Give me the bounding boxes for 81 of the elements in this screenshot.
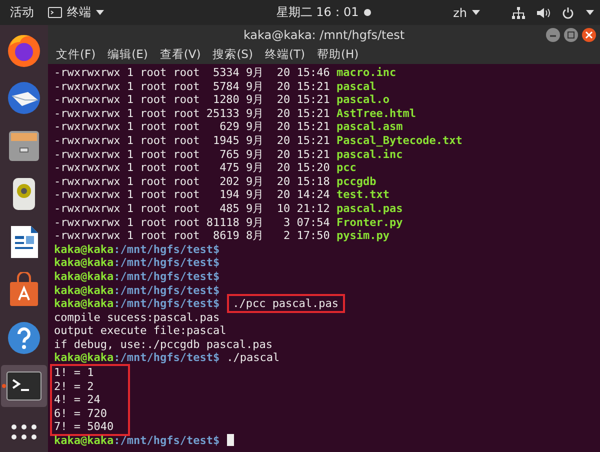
file-name: pascal.o <box>336 93 390 106</box>
file-details: -rwxrwxrwx 1 root root 629 9月 20 15:21 <box>54 120 330 134</box>
menu-item[interactable]: 编辑(E) <box>108 47 148 62</box>
file-cabinet-icon <box>6 128 42 164</box>
terminal-icon <box>48 7 62 18</box>
output-text: compile sucess:pascal.pas <box>54 310 220 324</box>
prompt-user: kaka@kaka <box>54 434 114 448</box>
prompt-path: :/mnt/hgfs/test$ <box>114 351 220 364</box>
command-text: ./pcc pascal.pas <box>230 297 342 310</box>
prompt-path: :/mnt/hgfs/test$ <box>114 284 220 296</box>
prompt-user: kaka@kaka <box>54 351 114 364</box>
file-details: -rwxrwxrwx 1 root root 1945 9月 20 15:21 <box>54 134 330 147</box>
dock-terminal-launcher[interactable] <box>1 365 47 407</box>
input-method-button[interactable]: zh <box>453 6 480 20</box>
prompt-path: :/mnt/hgfs/test$ <box>114 270 220 283</box>
minimize-button[interactable] <box>546 28 560 42</box>
menu-item[interactable]: 查看(V) <box>160 47 201 62</box>
maximize-icon <box>567 31 575 39</box>
file-details: -rwxrwxrwx 1 root root 25133 9月 20 15:21 <box>54 106 330 120</box>
menu-item[interactable]: 文件(F) <box>56 47 96 62</box>
close-button[interactable] <box>582 28 596 42</box>
prompt-path: :/mnt/hgfs/test$ <box>114 434 220 448</box>
fox-globe-icon <box>6 32 42 68</box>
output-text: 6! = 720 <box>54 406 107 420</box>
file-name: Fronter.py <box>336 216 403 229</box>
window-title: kaka@kaka: /mnt/hgfs/test <box>243 28 405 42</box>
file-details: -rwxrwxrwx 1 root root 5334 9月 20 15:46 <box>54 66 330 79</box>
activities-button[interactable]: 活动 <box>10 4 34 21</box>
file-details: -rwxrwxrwx 1 root root 81118 9月 3 07:54 <box>54 216 330 229</box>
file-name: pcc <box>336 161 356 174</box>
file-name: pascal.asm <box>336 120 403 134</box>
menu-item[interactable]: 搜索(S) <box>212 47 253 62</box>
caret-icon <box>96 10 104 15</box>
file-details: -rwxrwxrwx 1 root root 194 9月 20 14:24 <box>54 188 330 202</box>
file-name: pccgdb <box>336 174 376 188</box>
close-icon <box>585 31 593 39</box>
file-details: -rwxrwxrwx 1 root root 485 9月 10 21:12 <box>54 202 330 215</box>
prompt-user: kaka@kaka <box>54 297 114 310</box>
file-details: -rwxrwxrwx 1 root root 475 9月 20 15:20 <box>54 161 330 174</box>
file-details: -rwxrwxrwx 1 root root 202 9月 20 15:18 <box>54 174 330 188</box>
prompt-user: kaka@kaka <box>54 270 114 283</box>
clock-button[interactable]: 星期二 16：01 <box>276 4 371 21</box>
prompt-user: kaka@kaka <box>54 242 114 256</box>
file-name: pysim.py <box>336 229 390 242</box>
file-name: test.txt <box>336 188 390 202</box>
prompt-path: :/mnt/hgfs/test$ <box>114 242 220 256</box>
menu-item[interactable]: 帮助(H) <box>316 47 359 62</box>
output-text: 4! = 24 <box>54 393 100 406</box>
file-details: -rwxrwxrwx 1 root root 765 9月 20 15:21 <box>54 148 330 161</box>
command-text: ./pascal <box>226 351 280 364</box>
system-menu-button[interactable] <box>512 6 594 18</box>
file-name: pascal <box>336 80 376 93</box>
terminal-icon <box>6 371 42 401</box>
file-name: Pascal_Bytecode.txt <box>336 134 462 147</box>
caret-icon <box>586 10 594 15</box>
mail-bird-icon <box>6 80 42 116</box>
file-name: AstTree.html <box>336 106 416 120</box>
text-cursor <box>226 434 234 446</box>
output-text: output execute file:pascal <box>54 324 226 338</box>
prompt-user: kaka@kaka <box>54 284 114 296</box>
output-text: 7! = 5040 <box>54 420 114 434</box>
prompt-user: kaka@kaka <box>54 256 114 270</box>
power-icon <box>562 6 574 18</box>
network-icon <box>512 6 525 18</box>
prompt-path: :/mnt/hgfs/test$ <box>114 297 220 310</box>
file-details: -rwxrwxrwx 1 root root 8619 8月 2 17:50 <box>54 229 330 242</box>
menu-item[interactable]: 终端(T) <box>264 47 305 62</box>
maximize-button[interactable] <box>564 28 578 42</box>
file-name: pascal.inc <box>336 148 403 161</box>
caret-icon <box>472 10 480 15</box>
file-details: -rwxrwxrwx 1 root root 1280 9月 20 15:21 <box>54 93 330 106</box>
file-name: macro.inc <box>336 66 396 79</box>
file-name: pascal.pas <box>336 202 403 215</box>
help-icon <box>6 320 42 356</box>
output-text: if debug, use:./pccgdb pascal.pas <box>54 338 273 351</box>
file-details: -rwxrwxrwx 1 root root 5784 9月 20 15:21 <box>54 80 330 93</box>
app-menu-button[interactable]: 终端 <box>48 4 104 21</box>
volume-icon <box>537 6 550 18</box>
output-text: 2! = 2 <box>54 380 94 393</box>
prompt-path: :/mnt/hgfs/test$ <box>114 256 220 270</box>
output-text: 1! = 1 <box>54 366 94 380</box>
